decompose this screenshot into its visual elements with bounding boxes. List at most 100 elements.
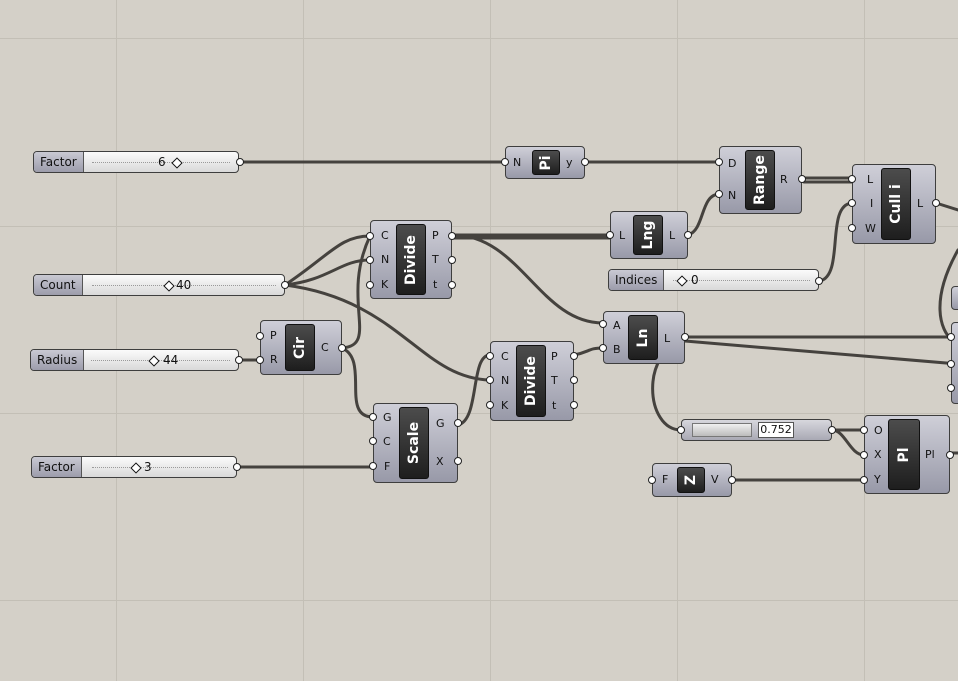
input-grip[interactable] [486,401,494,409]
slider-grip[interactable] [148,355,160,367]
input-grip[interactable] [848,199,856,207]
output-grip[interactable] [728,476,736,484]
slider-label: Factor [32,457,82,477]
output-grip[interactable] [815,277,823,285]
input-grip[interactable] [860,426,868,434]
wire [818,201,854,283]
divide-curve-component[interactable]: C N K Divide P T t [490,341,574,421]
radius-slider[interactable]: Radius 44 [30,349,239,371]
input-grip[interactable] [256,356,264,364]
input-k-label: K [381,278,389,291]
slider-label: Factor [34,152,84,172]
slider-grip[interactable] [171,157,183,169]
factor-slider[interactable]: Factor 3 [31,456,237,478]
input-grip[interactable] [860,476,868,484]
plane-component[interactable]: O X Y Pl Pl [864,415,950,494]
output-grip[interactable] [236,158,244,166]
offscreen-component[interactable] [951,286,958,310]
input-grip[interactable] [860,451,868,459]
component-nickname: Cull i [888,184,904,224]
input-grip[interactable] [606,231,614,239]
input-grip[interactable] [715,190,723,198]
output-grip[interactable] [448,281,456,289]
slider-track[interactable] [92,467,228,468]
input-grip[interactable] [501,158,509,166]
output-grip[interactable] [338,344,346,352]
cull-index-component[interactable]: L I W Cull i L [852,164,936,244]
output-grip[interactable] [448,232,456,240]
input-n-label: N [728,189,737,202]
output-grip[interactable] [932,199,940,207]
input-grip[interactable] [486,376,494,384]
wire [451,233,605,325]
input-grip[interactable] [715,158,723,166]
output-grip[interactable] [233,463,241,471]
z-nickname: Z [677,467,705,493]
range-nickname: Range [745,150,775,210]
input-grip[interactable] [366,281,374,289]
slider-grip[interactable] [676,275,688,287]
input-grip[interactable] [369,462,377,470]
output-grip[interactable] [946,451,954,459]
output-grip[interactable] [235,356,243,364]
input-grip[interactable] [366,232,374,240]
input-grip[interactable] [369,437,377,445]
line-component[interactable]: A B Ln L [603,311,685,364]
input-f-label: F [384,460,391,473]
slider-track[interactable] [91,360,230,361]
input-grip[interactable] [256,332,264,340]
slider-grip[interactable] [130,462,142,474]
output-l-label: L [917,197,924,210]
input-grip[interactable] [947,333,955,341]
input-grip[interactable] [486,352,494,360]
divide-nickname: Divide [396,224,426,295]
output-grip[interactable] [681,333,689,341]
output-grip[interactable] [684,231,692,239]
input-grip[interactable] [848,175,856,183]
output-grip[interactable] [454,419,462,427]
output-c-label: C [321,341,329,354]
divide-curve-component[interactable]: C N K Divide P T t [370,220,452,299]
output-grip[interactable] [448,256,456,264]
length-component[interactable]: L Lng L [610,211,688,259]
input-grip[interactable] [947,384,955,392]
input-grip[interactable] [947,360,955,368]
input-o-label: O [874,424,883,437]
input-grip[interactable] [677,426,685,434]
input-grip[interactable] [648,476,656,484]
unit-z-component[interactable]: F Z V [652,463,732,497]
input-grip[interactable] [366,256,374,264]
range-component[interactable]: D N Range R [719,146,802,214]
slider-grip[interactable] [163,280,175,292]
output-grip[interactable] [570,376,578,384]
input-grip[interactable] [599,320,607,328]
output-grip[interactable] [828,426,836,434]
count-slider[interactable]: Count 40 [33,274,285,296]
output-grip[interactable] [570,352,578,360]
cir-nickname: Cir [285,324,315,371]
input-grip[interactable] [599,344,607,352]
divide-nickname: Divide [516,345,546,417]
number-panel[interactable]: 0.752 [681,419,832,441]
indices-slider[interactable]: Indices 0 [608,269,819,291]
circle-component[interactable]: P R Cir C [260,320,342,375]
input-c-label: C [381,229,389,242]
pi-component[interactable]: N Pi y [505,146,585,179]
output-grip[interactable] [581,158,589,166]
output-grip[interactable] [570,401,578,409]
scale-component[interactable]: G C F Scale G X [373,403,458,483]
wire [340,234,372,350]
wire [340,346,375,419]
input-l-label: L [867,173,874,186]
output-grip[interactable] [798,175,806,183]
output-grip[interactable] [454,457,462,465]
component-nickname: Ln [635,328,651,347]
slider-label: Radius [31,350,85,370]
input-i-label: I [870,197,874,210]
input-grip[interactable] [848,224,856,232]
factor-slider[interactable]: Factor 6 [33,151,239,173]
output-grip[interactable] [281,281,289,289]
panel-value[interactable]: 0.752 [758,422,794,438]
grasshopper-canvas[interactable]: Factor 6 Count 40 Radius 44 Factor 3 Ind… [0,0,958,681]
input-grip[interactable] [369,413,377,421]
